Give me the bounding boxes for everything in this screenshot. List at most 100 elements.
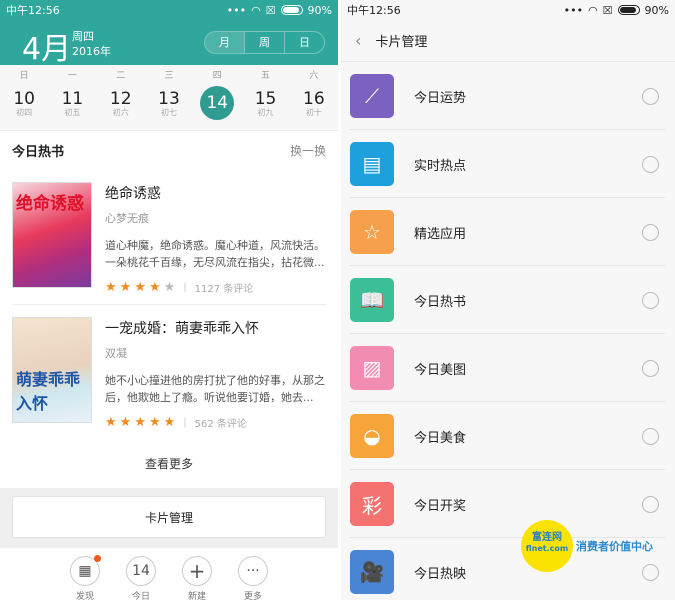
- lunar-date: 初十: [305, 108, 322, 117]
- nav-discover[interactable]: ▦ 发现: [68, 555, 102, 600]
- card-icon: 🎥: [350, 550, 394, 594]
- card-item[interactable]: ▤ 实时热点: [341, 130, 675, 198]
- review-count: 1127 条评论: [194, 284, 254, 295]
- card-label: 实时热点: [414, 158, 467, 174]
- card-icon: ▤: [350, 142, 394, 186]
- date-cell[interactable]: 13 初七: [145, 87, 193, 127]
- book-title: 绝命诱惑: [105, 186, 161, 202]
- back-icon[interactable]: ‹: [355, 31, 361, 50]
- card-item[interactable]: ◒ 今日美食: [341, 402, 675, 470]
- refresh-button[interactable]: 换一换: [290, 142, 326, 159]
- book-author: 双凝: [105, 347, 127, 360]
- card-manage-button[interactable]: 卡片管理: [12, 496, 326, 538]
- nav-label: 新建: [187, 592, 206, 600]
- nav-label: 今日: [131, 592, 150, 600]
- sim-icon: ☒: [265, 3, 276, 17]
- date-cell[interactable]: 10 初四: [0, 87, 48, 127]
- card-toggle-radio[interactable]: [642, 87, 659, 105]
- book-item[interactable]: 萌妻乖乖入怀 一宠成婚：萌妻乖乖入怀 双凝 她不小心撞进他的房打扰了他的好事，从那之后…: [12, 305, 326, 440]
- date-number: 15: [254, 89, 277, 109]
- bottom-nav: ▦ 发现 14 今日 + 新建 ··· 更多: [0, 548, 338, 600]
- card-item[interactable]: 📖 今日热书: [341, 266, 675, 334]
- book-description: 道心种魔，绝命诱惑。魔心种道，风流快活。一朵桃花千百缘，无尽风流在指尖，拈花微.…: [105, 239, 325, 269]
- nav-today[interactable]: 14 今日: [124, 556, 158, 600]
- date-cell[interactable]: 15 初九: [241, 87, 289, 127]
- plus-icon: +: [188, 559, 206, 583]
- date-number: 14: [206, 93, 229, 113]
- month-label: 4月: [22, 32, 72, 67]
- card-icon: ⟋: [350, 74, 394, 118]
- status-bar: 中午12:56 ••• ◠ ☒ 90%: [341, 0, 675, 20]
- card-toggle-radio[interactable]: [642, 495, 659, 513]
- view-switch: 月 周 日: [204, 31, 325, 54]
- calendar-header: 4月 周四 2016年 月 周 日: [0, 20, 338, 67]
- wifi-icon: ◠: [251, 3, 261, 17]
- nav-label: 发现: [75, 592, 94, 600]
- half-star-icon: ★: [163, 415, 176, 430]
- section-title: 今日热书: [12, 145, 65, 160]
- battery-icon: [280, 5, 303, 15]
- status-bar: 中午12:56 ••• ◠ ☒ 90%: [0, 0, 338, 20]
- card-label: 今日美图: [414, 362, 467, 378]
- weekday-header: 三: [164, 71, 174, 81]
- sim-icon: ☒: [602, 3, 613, 17]
- book-item[interactable]: 绝命诱惑 绝命诱惑 心梦无痕 道心种魔，绝命诱惑。魔心种道，风流快活。一朵桃花千百缘，…: [12, 170, 326, 305]
- date-cell[interactable]: 11 初五: [48, 87, 96, 127]
- card-item[interactable]: ☆ 精选应用: [341, 198, 675, 266]
- weekday-header: 六: [309, 71, 319, 81]
- card-label: 今日美食: [414, 430, 467, 446]
- weekday-header: 一: [67, 71, 77, 81]
- date-cell[interactable]: 16 初十: [290, 87, 338, 127]
- lunar-date: 初五: [64, 108, 81, 117]
- date-number: 13: [158, 89, 180, 109]
- status-time: 中午12:56: [347, 4, 401, 17]
- card-toggle-radio[interactable]: [642, 291, 659, 309]
- card-toggle-radio[interactable]: [642, 359, 659, 377]
- weekday-header: 二: [116, 71, 126, 81]
- notification-dot: [94, 555, 101, 562]
- star-icon: ★: [119, 280, 132, 295]
- nav-more[interactable]: ··· 更多: [236, 556, 270, 600]
- view-day-tab[interactable]: 日: [284, 32, 324, 53]
- card-item[interactable]: ▨ 今日美图: [341, 334, 675, 402]
- star-icon: ★: [148, 415, 161, 430]
- battery-level: 90%: [644, 3, 669, 17]
- battery-icon: [617, 5, 640, 15]
- date-number: 12: [109, 89, 132, 109]
- more-dots-icon: •••: [226, 3, 247, 17]
- card-icon: ▨: [350, 346, 394, 390]
- star-icon: ★: [105, 280, 117, 295]
- card-item[interactable]: ⟋ 今日运势: [341, 62, 675, 130]
- view-week-tab[interactable]: 周: [244, 32, 284, 53]
- book-cover: 绝命诱惑: [12, 182, 92, 288]
- card-toggle-radio[interactable]: [642, 155, 659, 173]
- card-toggle-radio[interactable]: [642, 223, 659, 241]
- book-rating: ★ ★ ★ ★ ★ | 1127 条评论: [105, 280, 254, 295]
- weekday-header: 四: [212, 71, 222, 81]
- empty-star-icon: ★: [163, 280, 176, 295]
- date-cell[interactable]: 12 初六: [97, 87, 145, 127]
- review-count: 562 条评论: [194, 419, 247, 430]
- grid-icon: ▦: [78, 563, 92, 579]
- weekday-header: 五: [261, 71, 271, 81]
- lunar-date: 初四: [16, 108, 33, 117]
- date-number: 11: [61, 89, 84, 109]
- date-number: 10: [13, 89, 35, 109]
- status-time: 中午12:56: [6, 4, 60, 17]
- nav-new[interactable]: + 新建: [180, 556, 214, 600]
- card-manage-screen: 中午12:56 ••• ◠ ☒ 90% ‹ 卡片管理 ⟋ 今日运势 ▤ 实时热点 ☆ 精选应用 📖…: [341, 0, 675, 600]
- weekday-label: 周四: [72, 30, 94, 43]
- date-cell[interactable]: 14: [193, 86, 241, 127]
- view-more-button[interactable]: 查看更多: [0, 440, 338, 488]
- date-number: 16: [303, 89, 325, 109]
- book-author: 心梦无痕: [105, 212, 149, 225]
- star-icon: ★: [105, 415, 117, 430]
- star-icon: ★: [134, 415, 146, 430]
- week-strip: 日一二三四五六 10 初四 11 初五 12 初六 13 初七 14 15 初九 16 初十: [0, 65, 338, 130]
- calendar-screen: 中午12:56 ••• ◠ ☒ 90% 4月 周四 2016年 月 周 日 日一二三四五…: [0, 0, 338, 600]
- card-toggle-radio[interactable]: [642, 427, 659, 445]
- watermark: 富连网 flnet.com 消费者价值中心: [521, 520, 653, 572]
- more-icon: ···: [246, 563, 260, 579]
- card-icon: ◒: [350, 414, 394, 458]
- view-month-tab[interactable]: 月: [205, 32, 244, 53]
